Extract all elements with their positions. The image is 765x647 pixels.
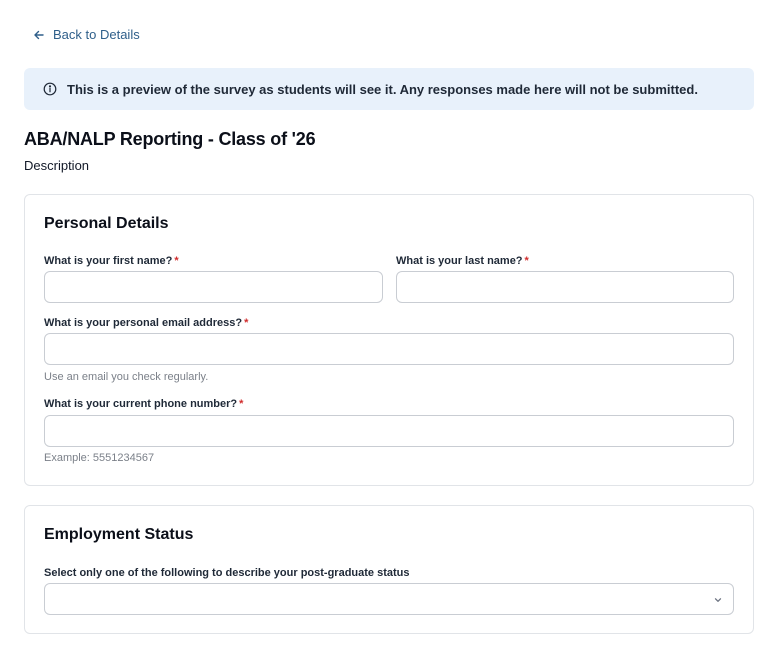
back-link-label: Back to Details xyxy=(53,27,140,42)
phone-hint: Example: 5551234567 xyxy=(44,452,155,464)
survey-description: Description xyxy=(24,158,90,173)
email-label: What is your personal email address? * xyxy=(44,317,249,329)
required-marker: * xyxy=(244,317,249,329)
arrow-left-icon xyxy=(34,30,44,39)
page-title: ABA/NALP Reporting - Class of '26 xyxy=(24,129,316,149)
employment-status-card: Employment Status Select only one of the… xyxy=(24,505,754,634)
last-name-label: What is your last name? * xyxy=(396,255,529,267)
required-marker: * xyxy=(239,398,244,410)
phone-label: What is your current phone number? * xyxy=(44,398,244,410)
section-heading-personal: Personal Details xyxy=(44,215,169,232)
email-hint: Use an email you check regularly. xyxy=(44,371,209,383)
section-heading-employment: Employment Status xyxy=(44,526,194,543)
required-marker: * xyxy=(524,255,529,267)
last-name-input[interactable] xyxy=(396,271,734,303)
info-icon xyxy=(43,82,57,96)
first-name-label: What is your first name? * xyxy=(44,255,179,267)
employment-status-label: Select only one of the following to desc… xyxy=(44,567,410,579)
back-to-details-link[interactable]: Back to Details xyxy=(33,27,140,42)
chevron-down-icon xyxy=(714,598,722,602)
phone-input[interactable] xyxy=(44,415,734,447)
personal-details-card: Personal Details What is your first name… xyxy=(24,194,754,486)
required-marker: * xyxy=(174,255,179,267)
employment-status-select[interactable] xyxy=(44,583,734,615)
first-name-input[interactable] xyxy=(44,271,383,303)
email-input[interactable] xyxy=(44,333,734,365)
preview-banner: This is a preview of the survey as stude… xyxy=(24,68,754,110)
banner-text: This is a preview of the survey as stude… xyxy=(67,81,698,97)
